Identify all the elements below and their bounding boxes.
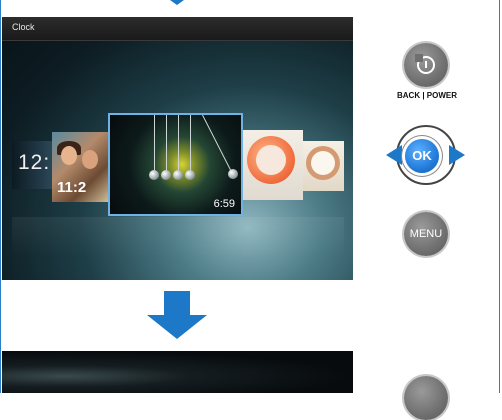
thumb-digital-clock-time: 12: (18, 151, 51, 174)
thumb-photo-clock[interactable]: 11:2 (52, 132, 109, 202)
down-arrow-icon (147, 291, 207, 339)
menu-button[interactable]: MENU (404, 212, 448, 256)
pendulum-string (178, 115, 179, 172)
pendulum-string (202, 115, 232, 172)
photo-face (61, 146, 77, 165)
thumb-pendulum-clock-time: 6:59 (213, 198, 235, 210)
back-power-label: BACK | POWER (396, 91, 457, 100)
down-arrow-head (147, 315, 207, 339)
thumb-orange-clock[interactable] (243, 130, 303, 200)
device-screen: Clock 12: 11:2 6:59 (2, 17, 353, 280)
carousel-reflection (12, 217, 344, 257)
orange-clock-icon (247, 136, 295, 184)
pendulum-string (154, 115, 155, 172)
back-power-icon (415, 54, 435, 74)
pendulum-ball (185, 170, 195, 180)
ok-button[interactable]: OK (405, 139, 439, 173)
thumb-digital-clock[interactable]: 12: (12, 141, 52, 189)
back-power-button[interactable] (404, 43, 448, 87)
screen-title: Clock (12, 22, 35, 32)
top-arrow-icon (170, 0, 184, 5)
down-arrow-stem (164, 291, 190, 315)
pendulum-ball (173, 170, 183, 180)
peach-clock-icon (306, 146, 340, 180)
thumb-photo-clock-time: 11:2 (57, 179, 87, 196)
pendulum-string (166, 115, 167, 172)
pendulum-ball (228, 169, 238, 179)
photo-face (82, 150, 98, 169)
pendulum-ball (149, 170, 159, 180)
left-arrow-icon[interactable] (386, 145, 402, 165)
pendulum-string (190, 115, 191, 172)
device-screen-next (2, 351, 353, 393)
title-bar: Clock (2, 17, 353, 41)
pendulum-ball (161, 170, 171, 180)
thumb-pendulum-clock[interactable]: 6:59 (108, 113, 243, 216)
right-arrow-icon[interactable] (449, 145, 465, 165)
back-power-button-next[interactable] (404, 376, 448, 420)
thumb-peach-clock[interactable] (303, 141, 344, 191)
